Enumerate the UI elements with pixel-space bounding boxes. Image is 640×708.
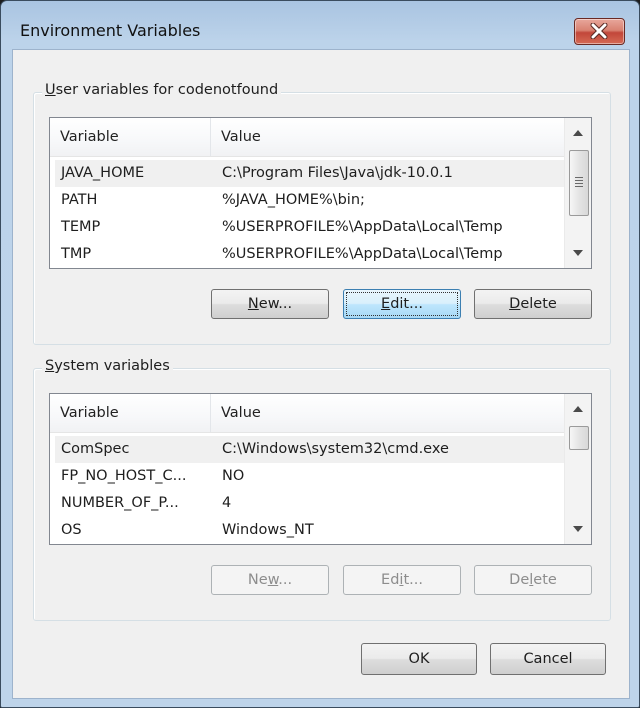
row-variable: NUMBER_OF_P... (61, 495, 179, 511)
row-variable: PATH (61, 192, 98, 208)
grip-line (575, 177, 583, 178)
row-value: 4 (222, 495, 232, 511)
row-value: %USERPROFILE%\AppData\Local\Temp (222, 246, 503, 262)
row-value: NO (222, 468, 245, 484)
list-row[interactable]: PATH %JAVA_HOME%\bin; (55, 187, 564, 214)
system-delete-button[interactable]: Delete (474, 565, 592, 595)
user-variables-list[interactable]: Variable Value JAVA_HOME C:\Program File… (49, 117, 592, 269)
row-value: C:\Windows\system32\cmd.exe (222, 441, 449, 457)
list-row[interactable]: ComSpec C:\Windows\system32\cmd.exe (55, 436, 564, 463)
list-row[interactable]: NUMBER_OF_P... 4 (55, 490, 564, 517)
list-row[interactable]: JAVA_HOME C:\Program Files\Java\jdk-10.0… (55, 160, 564, 187)
row-variable: JAVA_HOME (61, 165, 145, 181)
user-delete-button[interactable]: Delete (474, 289, 592, 319)
row-value: C:\Program Files\Java\jdk-10.0.1 (222, 165, 453, 181)
dialog-title: Environment Variables (20, 21, 201, 40)
close-x-icon (590, 23, 608, 39)
user-new-button[interactable]: New... (211, 289, 329, 319)
list-header: Variable Value (50, 394, 564, 433)
column-header-value[interactable]: Value (211, 118, 561, 156)
system-variables-label: System variables (42, 358, 173, 374)
list-row[interactable]: TMP %USERPROFILE%\AppData\Local\Temp (55, 241, 564, 268)
system-new-button[interactable]: New... (211, 565, 329, 595)
system-variables-list[interactable]: Variable Value ComSpec C:\Windows\system… (49, 393, 592, 545)
user-edit-button[interactable]: Edit... (343, 289, 461, 319)
row-variable: TEMP (61, 219, 101, 235)
scroll-up-arrow-icon[interactable] (573, 406, 583, 412)
vertical-scrollbar[interactable] (564, 394, 591, 544)
row-variable: OS (61, 522, 82, 538)
row-variable: TMP (61, 246, 92, 262)
vertical-scrollbar[interactable] (564, 118, 591, 268)
user-variables-label: User variables for codenotfound (42, 82, 282, 98)
system-variables-group: System variables Variable Value ComSpec … (33, 358, 611, 621)
system-edit-button[interactable]: Edit... (343, 565, 461, 595)
column-header-variable[interactable]: Variable (50, 394, 211, 432)
scroll-up-arrow-icon[interactable] (573, 130, 583, 136)
grip-line (575, 186, 583, 187)
scroll-down-arrow-icon[interactable] (573, 250, 583, 256)
dialog-client-area: User variables for codenotfound Variable… (12, 49, 630, 699)
close-button[interactable] (574, 18, 625, 45)
cancel-button[interactable]: Cancel (490, 643, 606, 675)
list-row[interactable]: TEMP %USERPROFILE%\AppData\Local\Temp (55, 214, 564, 241)
scroll-thumb[interactable] (569, 150, 589, 216)
list-row[interactable]: FP_NO_HOST_C... NO (55, 463, 564, 490)
row-variable: ComSpec (61, 441, 130, 457)
row-variable: FP_NO_HOST_C... (61, 468, 187, 484)
user-variables-group: User variables for codenotfound Variable… (33, 82, 611, 345)
grip-line (575, 180, 583, 181)
scroll-down-arrow-icon[interactable] (573, 526, 583, 532)
column-header-value[interactable]: Value (211, 394, 561, 432)
environment-variables-dialog: Environment Variables User variables for… (0, 0, 640, 708)
list-header: Variable Value (50, 118, 564, 157)
scroll-thumb[interactable] (569, 426, 589, 450)
row-value: Windows_NT (222, 522, 314, 538)
grip-line (575, 183, 583, 184)
column-header-variable[interactable]: Variable (50, 118, 211, 156)
list-row[interactable]: OS Windows_NT (55, 517, 564, 544)
row-value: %USERPROFILE%\AppData\Local\Temp (222, 219, 503, 235)
ok-button[interactable]: OK (361, 643, 477, 675)
row-value: %JAVA_HOME%\bin; (222, 192, 365, 208)
